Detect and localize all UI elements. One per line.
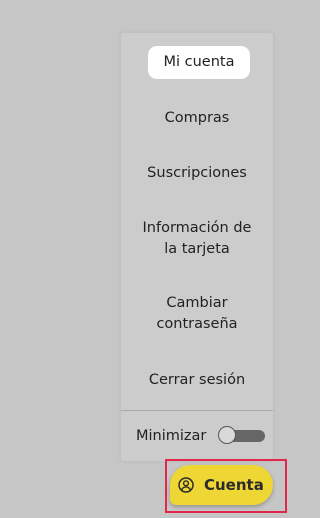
menu-item-compras[interactable]: Compras bbox=[121, 108, 273, 129]
menu-item-mi-cuenta[interactable]: Mi cuenta bbox=[148, 46, 250, 79]
minimize-toggle[interactable] bbox=[218, 426, 265, 444]
toggle-knob bbox=[218, 426, 236, 444]
account-button[interactable]: Cuenta bbox=[170, 465, 273, 505]
account-menu-panel: Mi cuenta Compras Suscripciones Informac… bbox=[121, 33, 273, 461]
menu-item-suscripciones[interactable]: Suscripciones bbox=[121, 163, 273, 184]
menu-item-cerrar-sesion[interactable]: Cerrar sesión bbox=[121, 370, 273, 391]
menu-divider bbox=[121, 410, 273, 411]
minimize-label: Minimizar bbox=[136, 428, 207, 444]
menu-item-informacion-tarjeta[interactable]: Información de la tarjeta bbox=[137, 218, 257, 260]
user-circle-icon bbox=[178, 477, 194, 493]
menu-item-cambiar-contrasena[interactable]: Cambiar contraseña bbox=[147, 293, 247, 335]
account-button-label: Cuenta bbox=[204, 476, 264, 494]
